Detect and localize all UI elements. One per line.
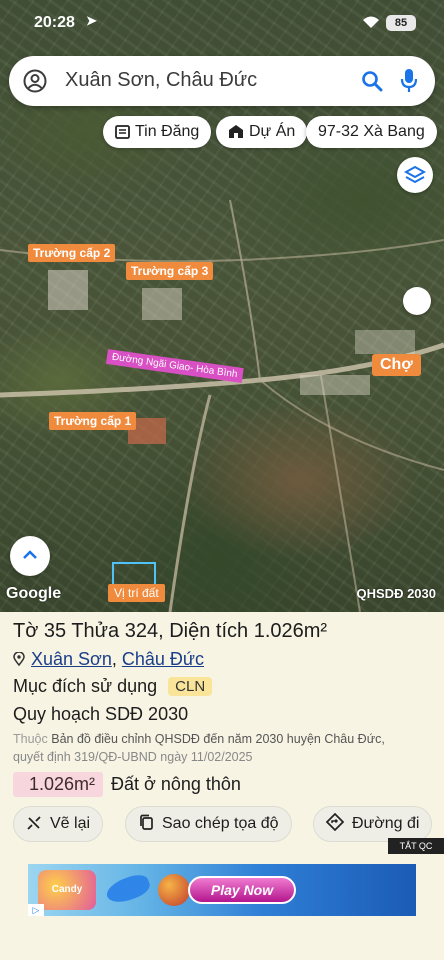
- satellite-map[interactable]: 20:28 ➤ 85 Xuân Sơn, Châu Đức Tin Đăng D…: [0, 0, 444, 612]
- newspaper-icon: [115, 125, 130, 139]
- plan-desc-main: Bản đồ điều chỉnh QHSDĐ đến năm 2030 huy…: [51, 732, 385, 746]
- use-code-badge: CLN: [168, 677, 213, 696]
- layers-icon: [404, 165, 426, 184]
- search-bar[interactable]: Xuân Sơn, Châu Đức: [9, 56, 435, 106]
- ad-info-icon[interactable]: ▷: [28, 904, 44, 916]
- candy-ball-image: [158, 874, 190, 906]
- copy-icon: [140, 814, 153, 830]
- plan-desc-decision: quyết định 319/QĐ-UBND ngày 11/02/2025: [13, 750, 253, 764]
- mic-icon[interactable]: [399, 68, 419, 94]
- redraw-icon: [27, 816, 41, 830]
- map-label-school2: Trường cấp 2: [28, 244, 116, 262]
- map-label-parcel: Vị trí đất: [108, 584, 165, 602]
- parcel-info-panel: Tờ 35 Thửa 324, Diện tích 1.026m² Xuân S…: [0, 612, 444, 960]
- plan-description: Thuộc Bản đồ điều chỉnh QHSDĐ đến năm 20…: [13, 730, 441, 766]
- search-icon[interactable]: [361, 70, 383, 92]
- ad-banner[interactable]: Candy Crush Play Now: [28, 864, 416, 916]
- location-arrow-icon: ➤: [86, 13, 97, 28]
- plan-title: Quy hoạch SDĐ 2030: [13, 704, 189, 724]
- chip-label: Tin Đăng: [135, 123, 200, 140]
- account-icon[interactable]: [23, 69, 47, 93]
- use-purpose-row: Mục đích sử dụng CLN: [13, 676, 213, 697]
- chip-97-32-xa-bang[interactable]: 97-32 Xà Bang: [306, 116, 437, 148]
- chevron-up-icon: [23, 550, 37, 559]
- chip-du-an[interactable]: Dự Án: [216, 116, 308, 148]
- area-row: 1.026m² Đất ở nông thôn: [13, 772, 241, 797]
- status-bar: 20:28 ➤ 85: [0, 0, 444, 46]
- location-pin-icon: [13, 652, 25, 666]
- google-logo: Google: [6, 585, 62, 602]
- area-badge: 1.026m²: [13, 772, 104, 797]
- plan-desc-lead: Thuộc: [13, 732, 48, 746]
- collapse-button[interactable]: [10, 536, 50, 576]
- chip-tin-dang[interactable]: Tin Đăng: [103, 116, 212, 148]
- status-time: 20:28: [34, 14, 75, 31]
- district-link[interactable]: Châu Đức: [122, 649, 204, 669]
- copy-coordinates-button[interactable]: Sao chép tọa độ: [125, 806, 292, 842]
- directions-button[interactable]: Đường đi: [313, 806, 433, 842]
- ad-close-button[interactable]: TẮT QC: [388, 838, 444, 854]
- fish-candy-image: [103, 871, 153, 907]
- parcel-outline[interactable]: [112, 562, 156, 586]
- redraw-label: Vẽ lại: [50, 815, 91, 832]
- compass-button[interactable]: [403, 287, 431, 315]
- map-label-market: Chợ: [372, 354, 421, 376]
- copy-coordinates-label: Sao chép tọa độ: [162, 815, 279, 832]
- use-purpose-label: Mục đích sử dụng: [13, 676, 158, 696]
- parcel-title: Tờ 35 Thửa 324, Diện tích 1.026m²: [13, 620, 328, 642]
- search-input[interactable]: Xuân Sơn, Châu Đức: [65, 69, 257, 92]
- area-type: Đất ở nông thôn: [111, 774, 241, 794]
- building-icon: [229, 125, 243, 138]
- map-label-school3: Trường cấp 3: [126, 262, 214, 280]
- layers-button[interactable]: [397, 157, 433, 193]
- location-row: Xuân Sơn, Châu Đức: [13, 649, 204, 670]
- wifi-icon: [363, 16, 379, 28]
- map-plan-label: QHSDĐ 2030: [356, 586, 436, 601]
- map-label-school1: Trường cấp 1: [49, 412, 137, 430]
- directions-icon: [325, 812, 345, 832]
- location-separator: ,: [111, 649, 117, 669]
- chip-label: 97-32 Xà Bang: [318, 123, 425, 140]
- commune-link[interactable]: Xuân Sơn: [31, 649, 112, 669]
- candy-crush-logo: Candy Crush: [38, 870, 96, 910]
- play-now-button[interactable]: Play Now: [188, 876, 296, 904]
- chip-label: Dự Án: [249, 123, 296, 140]
- directions-label: Đường đi: [352, 815, 420, 832]
- battery-indicator: 85: [386, 15, 416, 31]
- redraw-button[interactable]: Vẽ lại: [13, 806, 104, 842]
